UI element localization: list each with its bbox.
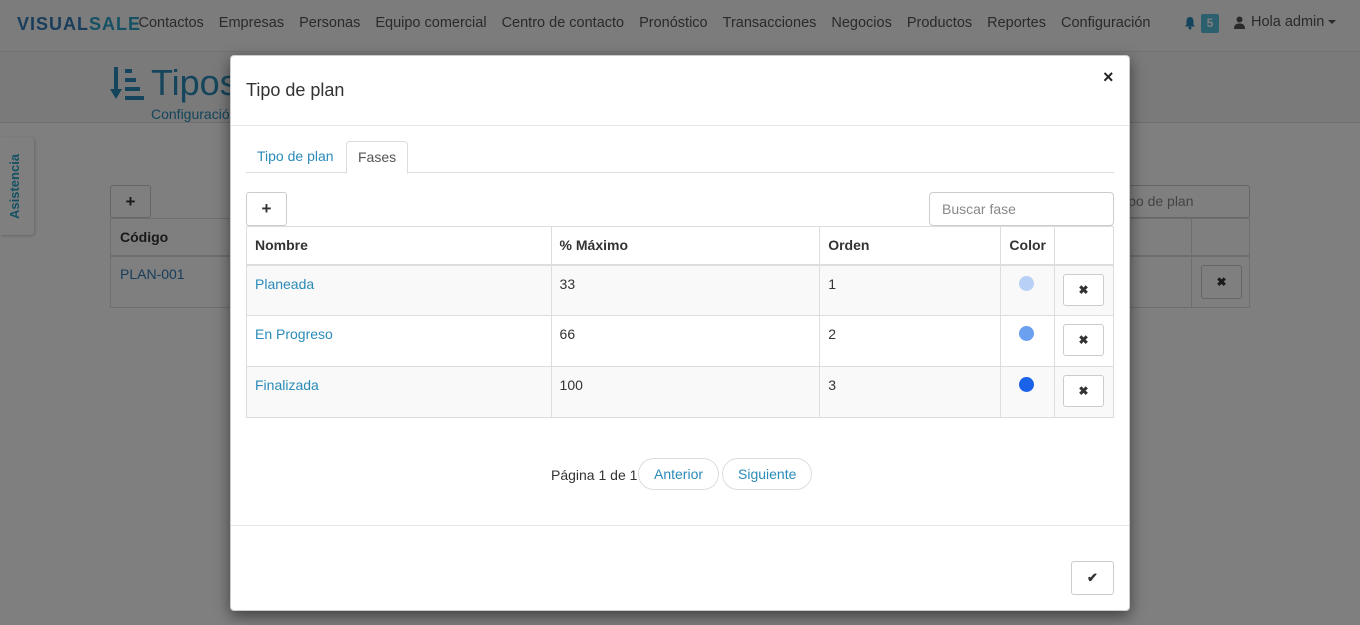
delete-phase-button[interactable]: ✖	[1062, 375, 1104, 407]
modal-footer: ✔	[231, 525, 1129, 610]
phase-name-link[interactable]: Planeada	[255, 276, 314, 292]
plan-type-modal: Tipo de plan × Tipo de plan Fases + Nomb…	[230, 55, 1130, 611]
close-icon[interactable]: ×	[1103, 68, 1114, 86]
modal-header: Tipo de plan ×	[231, 56, 1129, 126]
phase-color-swatch	[1019, 275, 1035, 291]
phase-name-link[interactable]: En Progreso	[255, 326, 333, 342]
phase-max-cell: 66	[550, 315, 821, 367]
table-row: En Progreso 66 2 ✖	[246, 315, 1115, 367]
phase-order-cell: 3	[819, 366, 1002, 418]
confirm-button[interactable]: ✔	[1071, 561, 1114, 595]
pagination-prev-button[interactable]: Anterior	[638, 458, 720, 490]
column-header-nombre: Nombre	[246, 226, 552, 266]
phases-table: Nombre % Máximo Orden Color Planeada 33 …	[246, 226, 1115, 418]
phase-color-swatch	[1019, 377, 1035, 392]
phase-order-cell: 2	[819, 315, 1002, 367]
phase-name-link[interactable]: Finalizada	[255, 377, 319, 393]
column-header-maximo: % Máximo	[550, 226, 821, 266]
delete-phase-button[interactable]: ✖	[1062, 273, 1104, 306]
phase-color-swatch	[1019, 326, 1035, 341]
tab-tipo-de-plan[interactable]: Tipo de plan	[246, 141, 345, 174]
column-header-orden: Orden	[819, 226, 1002, 266]
column-header-color: Color	[1000, 226, 1055, 266]
phases-table-header: Nombre % Máximo Orden Color	[246, 226, 1115, 266]
phase-order-cell: 1	[819, 264, 1002, 316]
pagination-label: Página 1 de 1	[551, 467, 638, 483]
delete-phase-button[interactable]: ✖	[1062, 324, 1104, 356]
table-row: Finalizada 100 3 ✖	[246, 366, 1115, 418]
table-row: Planeada 33 1 ✖	[246, 264, 1115, 316]
phase-max-cell: 33	[550, 264, 821, 316]
check-icon: ✔	[1087, 570, 1098, 585]
phase-max-cell: 100	[550, 366, 821, 418]
tab-fases[interactable]: Fases	[346, 141, 409, 174]
modal-title: Tipo de plan	[246, 80, 345, 100]
column-header-actions	[1053, 226, 1115, 266]
pagination-next-button[interactable]: Siguiente	[722, 458, 813, 490]
modal-tabs: Tipo de plan Fases	[246, 141, 1114, 174]
add-phase-button[interactable]: +	[246, 192, 287, 226]
phase-search-input[interactable]	[929, 192, 1114, 226]
